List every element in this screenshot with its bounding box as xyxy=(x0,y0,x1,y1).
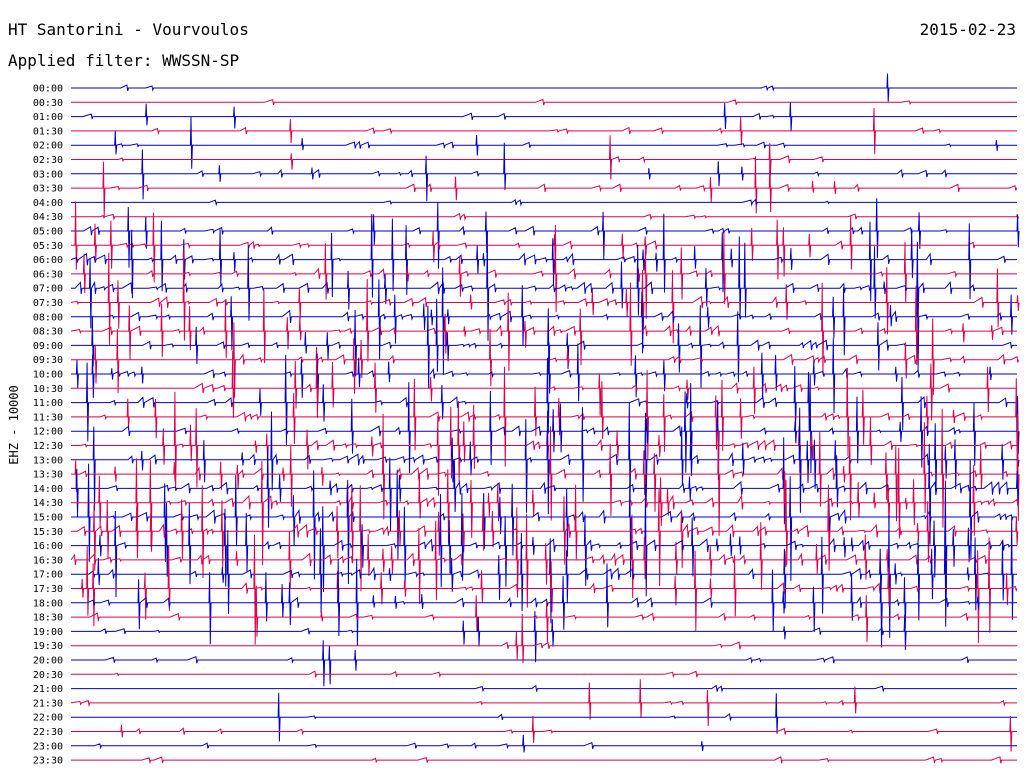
seismic-trace-row xyxy=(71,613,1017,664)
seismic-trace-row xyxy=(71,98,1017,106)
seismic-trace-row xyxy=(71,734,1017,753)
seismic-trace-row xyxy=(71,354,1017,447)
time-tick-label: 05:30 xyxy=(33,241,63,252)
time-tick-label: 06:00 xyxy=(33,255,63,266)
seismic-trace-row xyxy=(71,402,1020,515)
seismic-trace-row xyxy=(71,338,1017,414)
time-tick-label: 02:30 xyxy=(33,155,63,166)
time-tick-label: 07:30 xyxy=(33,298,63,309)
helicorder-plot: 00:00 00:30 01:00 01:30 02:00 02:30 03:00 03:30… xyxy=(33,73,1020,767)
time-tick-label: 06:30 xyxy=(33,269,63,280)
time-tick-label: 18:00 xyxy=(33,598,63,609)
time-tick-label: 13:30 xyxy=(33,470,63,481)
time-tick-label: 00:30 xyxy=(33,98,63,109)
time-tick-label: 08:30 xyxy=(33,327,63,338)
time-tick-label: 20:00 xyxy=(33,656,63,667)
seismic-trace-row xyxy=(71,391,1017,496)
seismic-trace-row xyxy=(71,350,1017,421)
time-tick-label: 05:00 xyxy=(33,227,63,238)
seismic-trace-row xyxy=(71,447,1020,566)
time-tick-label: 15:30 xyxy=(33,527,63,538)
time-tick-label: 16:00 xyxy=(33,541,63,552)
seismic-trace-row xyxy=(71,670,1017,679)
time-tick-label: 12:00 xyxy=(33,427,63,438)
seismic-trace-row xyxy=(71,692,1017,742)
seismic-trace-row xyxy=(71,198,1017,207)
time-tick-label: 09:00 xyxy=(33,341,63,352)
seismic-trace-row xyxy=(70,679,1017,727)
seismic-trace-row xyxy=(71,640,1017,687)
time-tick-label: 01:30 xyxy=(33,126,63,137)
seismic-trace-row xyxy=(71,107,1017,155)
time-tick-label: 03:30 xyxy=(33,184,63,195)
time-tick-label: 20:30 xyxy=(33,670,63,681)
time-tick-label: 01:00 xyxy=(33,112,63,123)
seismic-trace-row xyxy=(71,756,1017,765)
time-tick-label: 13:00 xyxy=(33,455,63,466)
time-tick-label: 19:00 xyxy=(33,627,63,638)
time-tick-label: 07:00 xyxy=(33,284,63,295)
time-tick-label: 12:30 xyxy=(33,441,63,452)
time-tick-label: 19:30 xyxy=(33,641,63,652)
time-tick-label: 09:30 xyxy=(33,355,63,366)
time-tick-label: 10:00 xyxy=(33,370,63,381)
time-tick-label: 11:30 xyxy=(33,412,63,423)
seismic-trace-row xyxy=(71,366,1019,467)
seismic-trace-row xyxy=(71,480,1017,604)
seismic-trace-row xyxy=(71,102,1017,132)
time-tick-label: 14:00 xyxy=(33,484,63,495)
time-tick-label: 16:30 xyxy=(33,555,63,566)
time-tick-label: 04:30 xyxy=(33,212,63,223)
time-tick-label: 00:00 xyxy=(33,84,63,95)
seismic-trace-row xyxy=(71,585,1017,643)
time-tick-label: 11:00 xyxy=(33,398,63,409)
seismic-trace-row xyxy=(71,558,1017,648)
seismic-trace-row xyxy=(71,156,1018,218)
time-tick-label: 10:30 xyxy=(33,384,63,395)
time-tick-label: 17:30 xyxy=(33,584,63,595)
time-tick-label: 17:00 xyxy=(33,570,63,581)
seismic-trace-row xyxy=(71,318,1020,398)
time-tick-label: 21:30 xyxy=(33,698,63,709)
time-tick-label: 04:00 xyxy=(33,198,63,209)
seismic-trace-row xyxy=(71,73,1017,102)
seismic-trace-row xyxy=(71,534,1018,645)
seismic-trace-row xyxy=(71,230,1017,341)
time-tick-label: 18:30 xyxy=(33,613,63,624)
time-tick-label: 15:00 xyxy=(33,513,63,524)
time-tick-label: 22:00 xyxy=(33,713,63,724)
time-tick-label: 08:00 xyxy=(33,312,63,323)
seismic-trace-row xyxy=(71,459,1017,585)
time-tick-label: 14:30 xyxy=(33,498,63,509)
time-tick-label: 21:00 xyxy=(33,684,63,695)
time-tick-label: 23:30 xyxy=(33,756,63,767)
time-tick-label: 23:00 xyxy=(33,741,63,752)
seismic-trace-row xyxy=(70,247,1020,345)
time-tick-label: 03:00 xyxy=(33,169,63,180)
time-tick-label: 02:00 xyxy=(33,141,63,152)
time-tick-label: 22:30 xyxy=(33,727,63,738)
seismic-trace-row xyxy=(71,684,1017,693)
seismic-trace-row xyxy=(71,611,1017,663)
seismic-trace-row xyxy=(70,507,1017,608)
